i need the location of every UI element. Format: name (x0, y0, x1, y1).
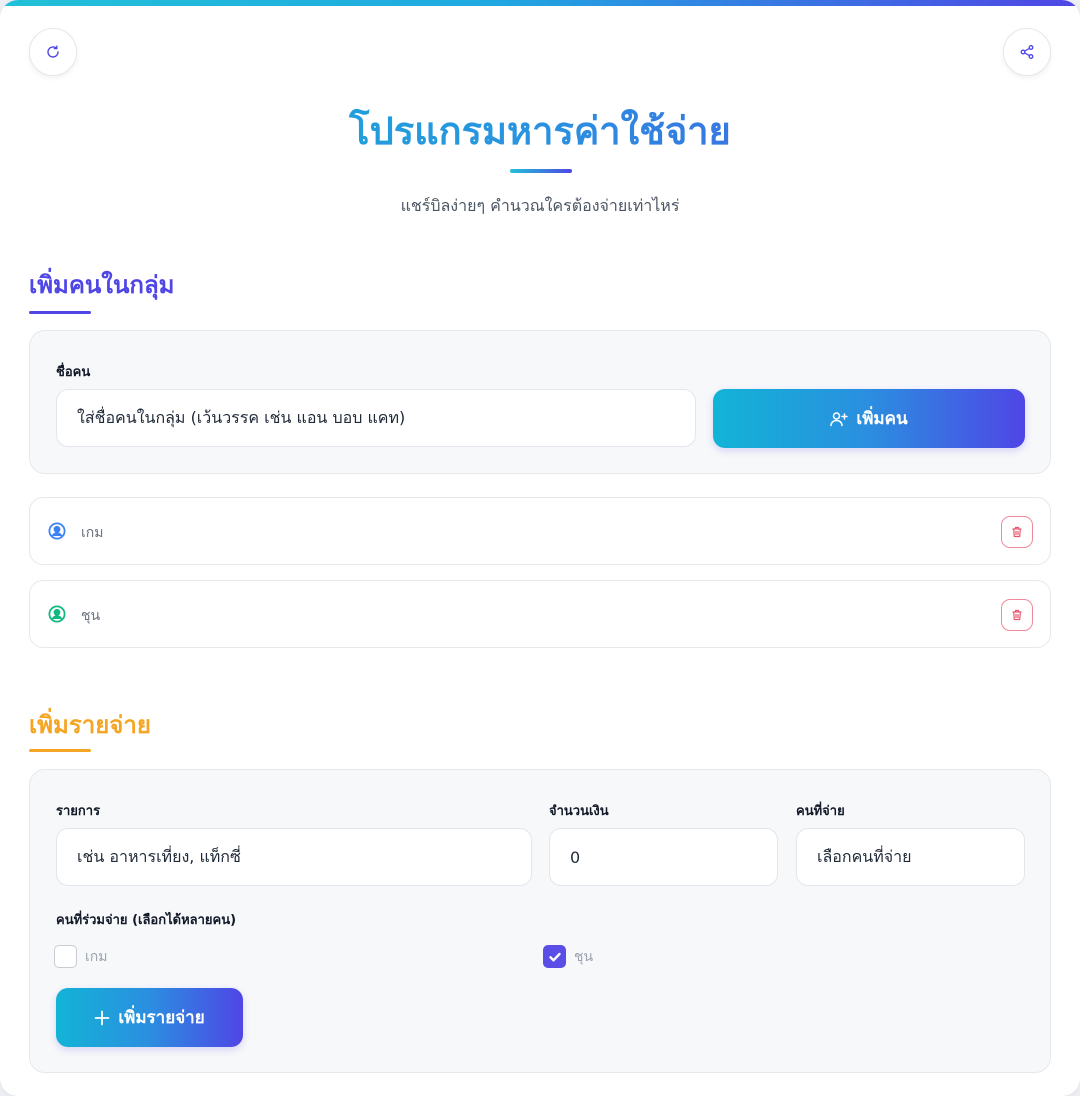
add-user-icon (830, 411, 849, 426)
expense-section-underline (29, 749, 91, 752)
delete-person-button[interactable] (1001, 599, 1033, 631)
check-icon (548, 952, 561, 961)
person-name: ชุน (81, 608, 101, 624)
person-name-input[interactable]: ใส่ชื่อคนในกลุ่ม (เว้นวรรค เช่น แอน บอบ … (56, 389, 696, 447)
amount-input[interactable]: 0 (549, 828, 778, 886)
main-card: โปรแกรมหารค่าใช้จ่าย แชร์บิลง่ายๆ คำนวณใ… (0, 0, 1080, 1096)
person-row: ชุน (29, 580, 1051, 648)
participant-option[interactable]: เกม (54, 945, 108, 968)
expense-item-label: รายการ (56, 804, 101, 819)
user-circle-icon (48, 605, 66, 623)
amount-label: จำนวนเงิน (549, 804, 609, 819)
user-circle-icon (48, 522, 66, 540)
add-person-button-label: เพิ่มคน (856, 409, 908, 429)
share-icon (1020, 45, 1034, 59)
person-name-label: ชื่อคน (56, 365, 91, 380)
participants-label: คนที่ร่วมจ่าย (เลือกได้หลายคน) (56, 913, 237, 928)
title-underline (510, 169, 572, 173)
top-gradient-bar (0, 0, 1080, 6)
add-person-button[interactable]: เพิ่มคน (713, 389, 1025, 448)
person-row: เกม (29, 497, 1051, 565)
refresh-icon (47, 45, 59, 58)
delete-person-button[interactable] (1001, 516, 1033, 548)
trash-icon (1012, 526, 1022, 538)
expense-item-input[interactable]: เช่น อาหารเที่ยง, แท็กซี่ (56, 828, 532, 886)
trash-icon (1012, 609, 1022, 621)
payer-select[interactable]: เลือกคนที่จ่าย (796, 828, 1025, 886)
participant-checkbox[interactable] (543, 945, 566, 968)
plus-icon (94, 1010, 110, 1025)
page-title: โปรแกรมหารค่าใช้จ่าย (0, 100, 1080, 161)
share-button[interactable] (1003, 28, 1051, 76)
participant-name: เกม (85, 948, 108, 965)
expense-section-title: เพิ่มรายจ่าย (29, 711, 151, 739)
participant-name: ชุน (574, 948, 594, 965)
people-section-underline (29, 311, 91, 314)
add-expense-button[interactable]: เพิ่มรายจ่าย (56, 988, 243, 1047)
participant-checkbox[interactable] (54, 945, 77, 968)
people-section-title: เพิ่มคนในกลุ่ม (29, 271, 175, 299)
add-expense-button-label: เพิ่มรายจ่าย (118, 1008, 205, 1028)
refresh-button[interactable] (29, 28, 77, 76)
person-name: เกม (81, 525, 104, 541)
page-subtitle: แชร์บิลง่ายๆ คำนวณใครต้องจ่ายเท่าไหร่ (400, 196, 680, 215)
participant-option[interactable]: ชุน (543, 945, 593, 968)
payer-label: คนที่จ่าย (796, 804, 845, 819)
